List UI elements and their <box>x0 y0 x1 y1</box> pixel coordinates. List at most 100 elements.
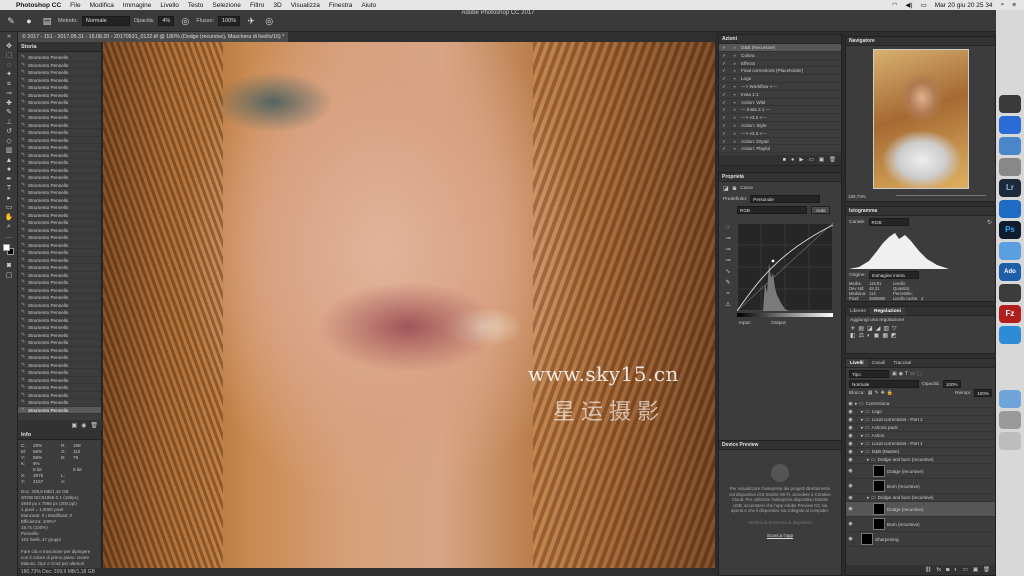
add-mask-icon[interactable]: ◙ <box>946 567 949 573</box>
navigator-thumbnail[interactable] <box>873 49 969 189</box>
group-folder-icon[interactable]: ▸ ▭ <box>861 432 870 440</box>
smooth-curve-icon[interactable]: ≈ <box>722 289 734 300</box>
group-folder-icon[interactable]: ▸ ▭ <box>855 400 864 408</box>
more-tools-icon[interactable]: … <box>0 232 18 242</box>
pressure-opacity-icon[interactable]: ◎ <box>178 14 192 28</box>
record-icon[interactable]: ● <box>791 157 794 163</box>
volume-icon[interactable]: ◀) <box>905 1 912 9</box>
menu-filtro[interactable]: Filtro <box>250 2 264 9</box>
action-item[interactable]: ✓ ▸ --- Insta 2.1 --- <box>719 106 841 115</box>
gray-point-eyedropper-icon[interactable]: ⊸ <box>722 245 734 256</box>
action-check-icon[interactable]: ✓ <box>719 114 729 121</box>
action-item[interactable]: ✓ ▸ Final corrections (Placeholder) <box>719 67 841 76</box>
wifi-icon[interactable]: ◠ <box>892 1 898 9</box>
history-item[interactable]: Strumento Pennello <box>18 152 101 159</box>
visibility-eye-icon[interactable]: ◉ <box>846 479 855 494</box>
history-item[interactable]: Strumento Pennello <box>18 99 101 107</box>
group-folder-icon[interactable]: ▸ ▭ <box>867 494 876 502</box>
visibility-eye-icon[interactable]: ◉ <box>846 448 855 456</box>
dock-safari-icon[interactable] <box>999 116 1021 134</box>
history-brush-tool-icon[interactable]: ↺ <box>0 127 18 137</box>
action-check-icon[interactable]: ✓ <box>719 75 729 82</box>
white-point-eyedropper-icon[interactable]: ⊸ <box>722 256 734 267</box>
history-item[interactable]: Strumento Pennello <box>18 242 101 249</box>
curve-pencil-icon[interactable]: ✎ <box>722 278 734 289</box>
action-item[interactable]: ✓ ▸ Action: Playful <box>719 145 841 154</box>
history-item[interactable]: Strumento Pennello <box>18 347 101 354</box>
action-expand-icon[interactable]: ▸ <box>729 106 741 113</box>
layer-filter-icons[interactable]: ▣◉T▭⬚ <box>892 371 924 377</box>
history-item[interactable]: Strumento Pennello <box>18 84 101 92</box>
history-item[interactable]: Strumento Pennello <box>18 249 101 257</box>
healing-tool-icon[interactable]: ✚ <box>0 99 18 109</box>
path-select-tool-icon[interactable]: ▸ <box>0 194 18 204</box>
info-panel-title[interactable]: Info <box>18 430 101 440</box>
history-item[interactable]: Strumento Pennello <box>18 159 101 167</box>
history-item[interactable]: Strumento Pennello <box>18 302 101 309</box>
history-item[interactable]: Strumento Pennello <box>18 406 101 414</box>
brush-tool-icon-2[interactable]: ✎ <box>0 108 18 118</box>
menu-modifica[interactable]: Modifica <box>90 2 114 9</box>
history-item[interactable]: Strumento Pennello <box>18 212 101 219</box>
action-check-icon[interactable]: ✓ <box>719 99 729 106</box>
mode-select[interactable]: Normale <box>81 15 130 26</box>
properties-panel-title[interactable]: Proprietà <box>719 173 841 182</box>
history-item[interactable]: Strumento Pennello <box>18 182 101 189</box>
layer-mask-thumbnail[interactable] <box>861 533 873 545</box>
history-item[interactable]: Strumento Pennello <box>18 92 101 99</box>
collapse-icon[interactable]: » <box>0 32 18 42</box>
visibility-eye-icon[interactable]: ◉ <box>846 456 855 464</box>
action-item[interactable]: ✓ ▸ ---> v3.3 <--- <box>719 130 841 138</box>
pressure-size-icon[interactable]: ◎ <box>262 14 276 28</box>
dock-app-4[interactable] <box>999 284 1021 302</box>
history-item[interactable]: Strumento Pennello <box>18 354 101 362</box>
curve-points-icon[interactable]: ∿ <box>722 267 734 278</box>
color-swatches[interactable] <box>0 241 17 261</box>
tab-paths[interactable]: Tracciati <box>889 359 915 367</box>
history-item[interactable]: Strumento Pennello <box>18 369 101 377</box>
action-expand-icon[interactable]: ▸ <box>729 67 741 74</box>
action-expand-icon[interactable]: ▸ <box>729 75 741 82</box>
action-item[interactable]: ✓ ▸ Action: Dryad <box>719 138 841 146</box>
adjustment-icons-row1[interactable]: ☀▤◪◢▥▽ <box>846 325 995 332</box>
histogram-title[interactable]: Istogramma <box>846 207 995 216</box>
dock-system-icon[interactable] <box>999 158 1021 176</box>
marquee-tool-icon[interactable]: ⬚ <box>0 51 18 61</box>
history-item[interactable]: Strumento Pennello <box>18 339 101 347</box>
lock-icons[interactable]: ▦✎✥🔒 <box>868 390 895 396</box>
layer-opacity-field[interactable]: 100% <box>942 380 961 388</box>
foreground-color-swatch[interactable] <box>3 244 10 251</box>
brush-panel-icon[interactable]: ▤ <box>40 14 54 28</box>
visibility-eye-icon[interactable]: ◉ <box>846 432 855 440</box>
dock-preview-icon[interactable] <box>999 137 1021 155</box>
opacity-field[interactable]: 4% <box>158 15 175 26</box>
gradient-tool-icon[interactable]: ▥ <box>0 146 18 156</box>
new-layer-icon[interactable]: ▣ <box>973 567 978 573</box>
tab-layers[interactable]: Livelli <box>846 359 868 367</box>
screen-mode-icon[interactable]: ▢ <box>0 271 18 281</box>
history-item[interactable]: Strumento Pennello <box>18 264 101 272</box>
dock-app-6[interactable] <box>999 411 1021 429</box>
history-item[interactable]: Strumento Pennello <box>18 174 101 182</box>
group-folder-icon[interactable]: ▸ ▭ <box>861 424 870 432</box>
dodge-tool-icon[interactable]: ● <box>0 165 18 175</box>
action-expand-icon[interactable]: ▸ <box>729 44 741 51</box>
history-item[interactable]: Strumento Pennello <box>18 324 101 332</box>
menu-aiuto[interactable]: Aiuto <box>361 2 376 9</box>
stamp-tool-icon[interactable]: ⊥ <box>0 118 18 128</box>
history-item[interactable]: Strumento Pennello <box>18 399 101 407</box>
image-canvas[interactable]: www.sky15.cn 星运摄影 <box>103 42 715 568</box>
action-item[interactable]: ✓ ▸ D&B (Recursive) <box>719 44 841 52</box>
lasso-tool-icon[interactable]: ◌ <box>0 61 18 71</box>
tab-adjustments[interactable]: Regolazioni <box>870 307 905 315</box>
zoom-tool-icon[interactable]: ⌕ <box>0 222 18 232</box>
hand-tool-icon[interactable]: ✋ <box>0 213 18 223</box>
history-item[interactable]: Strumento Pennello <box>18 144 101 152</box>
history-item[interactable]: Strumento Pennello <box>18 332 101 339</box>
new-doc-from-state-icon[interactable]: ▣ <box>71 422 77 429</box>
histogram-channel-select[interactable]: RGB <box>868 218 909 226</box>
menu-visualizza[interactable]: Visualizza <box>291 2 320 9</box>
layer-filter-select[interactable]: Tipo <box>849 370 889 378</box>
target-adjust-icon[interactable]: ☞ <box>722 223 734 234</box>
dock-lightroom-icon[interactable]: Lr <box>999 179 1021 197</box>
